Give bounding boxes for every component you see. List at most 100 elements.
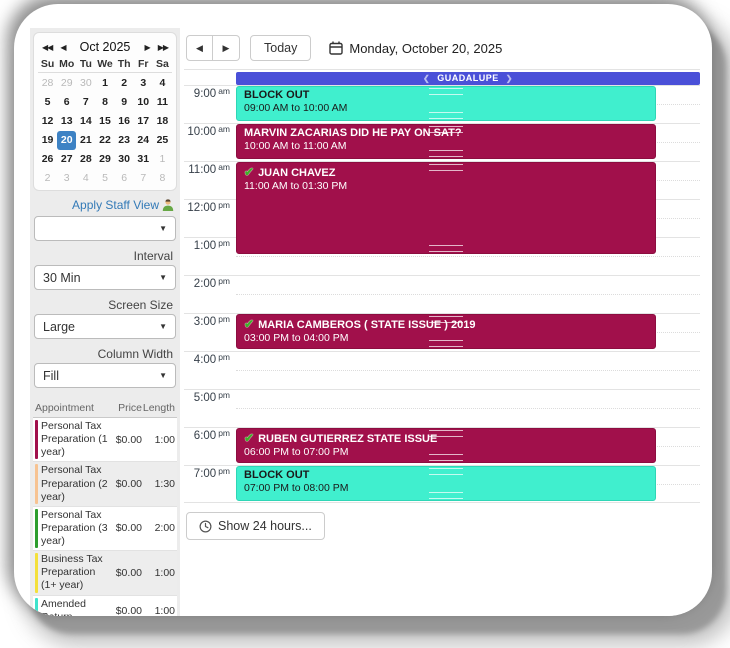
mini-calendar-day[interactable]: 9	[115, 93, 134, 112]
mini-calendar-day[interactable]: 21	[76, 131, 95, 150]
show-24-hours-label: Show 24 hours...	[218, 519, 312, 533]
event-title: BLOCK OUT	[244, 89, 648, 101]
next-day-button[interactable]: ▶	[213, 35, 240, 61]
event-appointment[interactable]: ✔RUBEN GUTIERREZ STATE ISSUE06:00 PM to …	[236, 428, 656, 463]
mini-calendar-day[interactable]: 4	[153, 74, 172, 93]
mini-calendar-day[interactable]: 3	[57, 169, 76, 188]
mini-calendar-day[interactable]: 22	[95, 131, 114, 150]
time-label: 6:00pm	[184, 430, 230, 442]
column-width-select-value: Fill	[43, 369, 159, 383]
mini-calendar-day[interactable]: 11	[153, 93, 172, 112]
event-appointment[interactable]: MARVIN ZACARIAS DID HE PAY ON SAT?10:00 …	[236, 124, 656, 159]
service-color-bar	[35, 553, 38, 592]
mini-calendar-day[interactable]: 7	[76, 93, 95, 112]
table-row[interactable]: Personal Tax Preparation (2 year)$0.001:…	[33, 462, 177, 506]
mini-calendar-day[interactable]: 13	[57, 112, 76, 131]
mini-calendar-day[interactable]: 24	[134, 131, 153, 150]
table-row[interactable]: Personal Tax Preparation (1 year)$0.001:…	[33, 418, 177, 462]
mini-calendar-day[interactable]: 28	[76, 150, 95, 169]
time-label: 1:00pm	[184, 240, 230, 252]
day-name: Fr	[134, 58, 153, 70]
mini-calendar-day[interactable]: 12	[38, 112, 57, 131]
column-width-select[interactable]: Fill ▼	[34, 363, 176, 388]
prev-day-button[interactable]: ◀	[186, 35, 213, 61]
mini-calendar-day[interactable]: 17	[134, 112, 153, 131]
mini-calendar-day[interactable]: 10	[134, 93, 153, 112]
event-appointment[interactable]: ✔MARIA CAMBEROS ( STATE ISSUE ) 201903:0…	[236, 314, 656, 349]
events-layer: BLOCK OUT09:00 AM to 10:00 AMMARVIN ZACA…	[236, 85, 656, 502]
table-row[interactable]: Personal Tax Preparation (3 year)$0.002:…	[33, 507, 177, 551]
next-month-icon[interactable]: ▶	[141, 41, 154, 54]
mini-calendar-day[interactable]: 30	[115, 150, 134, 169]
screen-size-label: Screen Size	[33, 298, 173, 312]
appointment-table-body: Personal Tax Preparation (1 year)$0.001:…	[33, 418, 177, 616]
service-name: Personal Tax Preparation (3 year)	[41, 509, 109, 548]
chevron-down-icon: ▼	[159, 322, 167, 331]
mini-calendar-day[interactable]: 14	[76, 112, 95, 131]
event-blockout[interactable]: BLOCK OUT07:00 PM to 08:00 PM	[236, 466, 656, 501]
mini-calendar-day[interactable]: 31	[134, 150, 153, 169]
mini-calendar-day[interactable]: 5	[38, 93, 57, 112]
show-24-hours-button[interactable]: Show 24 hours...	[186, 512, 325, 540]
staff-select[interactable]: ▼	[34, 216, 176, 241]
prev-month-icon[interactable]: ◀	[56, 41, 69, 54]
event-blockout[interactable]: BLOCK OUT09:00 AM to 10:00 AM	[236, 86, 656, 121]
mini-calendar-day[interactable]: 28	[38, 74, 57, 93]
service-length: 1:30	[142, 478, 175, 490]
next-year-icon[interactable]: ▶▶	[154, 41, 172, 54]
mini-calendar-day[interactable]: 1	[153, 150, 172, 169]
mini-calendar-day[interactable]: 2	[38, 169, 57, 188]
mini-calendar-day[interactable]: 16	[115, 112, 134, 131]
mini-calendar-day[interactable]: 2	[115, 74, 134, 93]
confirmed-check-icon: ✔	[244, 431, 254, 445]
service-name: Personal Tax Preparation (1 year)	[41, 420, 109, 459]
table-row[interactable]: Amended Return$0.001:00	[33, 596, 177, 617]
mini-calendar-day[interactable]: 6	[57, 93, 76, 112]
mini-calendar-day[interactable]: 30	[76, 74, 95, 93]
service-name: Amended Return	[41, 598, 109, 617]
mini-calendar-day-selected[interactable]: 20	[57, 131, 76, 150]
table-row[interactable]: Business Tax Preparation (1+ year)$0.001…	[33, 551, 177, 595]
meridiem-label: pm	[218, 200, 230, 210]
mini-calendar-day[interactable]: 26	[38, 150, 57, 169]
mini-calendar-day[interactable]: 8	[153, 169, 172, 188]
day-name: We	[95, 58, 114, 70]
meridiem-label: pm	[218, 314, 230, 324]
service-length: 1:00	[142, 605, 175, 616]
mini-calendar-day[interactable]: 25	[153, 131, 172, 150]
service-price: $0.00	[109, 605, 142, 616]
appointment-types-table: Appointment Price Length Personal Tax Pr…	[33, 400, 177, 616]
screen-size-select[interactable]: Large ▼	[34, 314, 176, 339]
mini-calendar-day[interactable]: 6	[115, 169, 134, 188]
day-name: Sa	[153, 58, 172, 70]
mini-calendar-day[interactable]: 23	[115, 131, 134, 150]
col-length: Length	[142, 402, 175, 414]
interval-select[interactable]: 30 Min ▼	[34, 265, 176, 290]
resource-next-icon[interactable]: ❯	[506, 74, 513, 83]
time-label: 11:00am	[184, 164, 230, 176]
prev-year-icon[interactable]: ◀◀	[38, 41, 56, 54]
service-color-bar	[35, 464, 38, 503]
chevron-down-icon: ▼	[159, 371, 167, 380]
resource-bar-guadalupe[interactable]: ❮GUADALUPE❯	[236, 72, 700, 85]
mini-calendar-day[interactable]: 29	[95, 150, 114, 169]
mini-calendar-day[interactable]: 1	[95, 74, 114, 93]
mini-calendar-day[interactable]: 19	[38, 131, 57, 150]
apply-staff-view-link[interactable]: Apply Staff View	[72, 198, 159, 212]
mini-calendar-day[interactable]: 29	[57, 74, 76, 93]
service-price: $0.00	[109, 478, 142, 490]
mini-calendar-day[interactable]: 15	[95, 112, 114, 131]
today-button[interactable]: Today	[250, 35, 311, 61]
mini-calendar-title: Oct 2025	[69, 40, 140, 54]
calendar-main: ◀ ▶ Today Monday, October 20, 2025 ❮G	[180, 28, 702, 616]
event-time-range: 03:00 PM to 04:00 PM	[244, 332, 648, 344]
mini-calendar-day[interactable]: 3	[134, 74, 153, 93]
mini-calendar-day[interactable]: 27	[57, 150, 76, 169]
event-appointment[interactable]: ✔JUAN CHAVEZ11:00 AM to 01:30 PM	[236, 162, 656, 254]
resource-prev-icon[interactable]: ❮	[423, 74, 430, 83]
mini-calendar-day[interactable]: 8	[95, 93, 114, 112]
mini-calendar-day[interactable]: 7	[134, 169, 153, 188]
mini-calendar-day[interactable]: 18	[153, 112, 172, 131]
mini-calendar-day[interactable]: 4	[76, 169, 95, 188]
mini-calendar-day[interactable]: 5	[95, 169, 114, 188]
